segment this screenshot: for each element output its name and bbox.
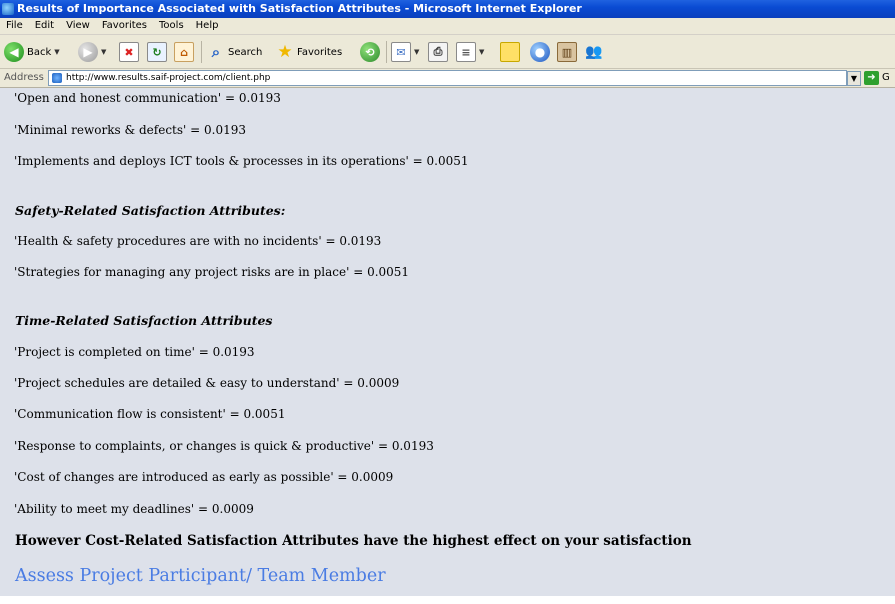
- attribute-line: 'Project schedules are detailed & easy t…: [14, 376, 400, 390]
- toolbar-separator: [386, 41, 387, 63]
- refresh-button[interactable]: ↻: [147, 40, 167, 64]
- menu-help[interactable]: Help: [190, 18, 225, 34]
- forward-button[interactable]: ▶ ▼: [78, 40, 106, 64]
- contacts-button[interactable]: 👥: [585, 40, 603, 64]
- back-dropdown-icon[interactable]: ▼: [54, 48, 59, 56]
- menu-edit[interactable]: Edit: [29, 18, 60, 34]
- research-button[interactable]: ▥: [557, 40, 577, 64]
- home-icon: ⌂: [174, 42, 194, 62]
- menu-tools[interactable]: Tools: [153, 18, 190, 34]
- favorites-star-icon: ★: [277, 42, 293, 62]
- address-input[interactable]: http://www.results.saif-project.com/clie…: [48, 70, 847, 86]
- print-button[interactable]: ⎙: [428, 40, 448, 64]
- back-button[interactable]: ◀ Back ▼: [4, 40, 60, 64]
- attribute-line: 'Cost of changes are introduced as early…: [14, 470, 394, 484]
- page-content: 'Open and honest communication' = 0.0193…: [0, 88, 895, 596]
- stop-icon: ✖: [119, 42, 139, 62]
- mail-dropdown-icon[interactable]: ▼: [414, 48, 419, 56]
- summary-text: However Cost-Related Satisfaction Attrib…: [15, 533, 692, 549]
- contacts-people-icon: 👥: [585, 44, 603, 60]
- edit-dropdown-icon[interactable]: ▼: [479, 48, 484, 56]
- history-icon: ⟲: [360, 42, 380, 62]
- attribute-line: 'Project is completed on time' = 0.0193: [14, 345, 255, 359]
- assess-participant-link[interactable]: Assess Project Participant/ Team Member: [15, 566, 386, 586]
- status-strip: [0, 596, 895, 604]
- back-arrow-icon: ◀: [4, 42, 24, 62]
- favorites-label: Favorites: [297, 46, 343, 58]
- address-dropdown-icon[interactable]: ▼: [847, 71, 861, 86]
- print-icon: ⎙: [428, 42, 448, 62]
- window-title: Results of Importance Associated with Sa…: [17, 2, 582, 15]
- menu-bar: File Edit View Favorites Tools Help: [0, 18, 895, 35]
- attribute-line: 'Health & safety procedures are with no …: [14, 234, 382, 248]
- menu-view[interactable]: View: [60, 18, 96, 34]
- discuss-icon: [500, 42, 520, 62]
- go-label: G: [882, 72, 890, 83]
- go-arrow-icon: ➜: [864, 71, 879, 85]
- refresh-icon: ↻: [147, 42, 167, 62]
- window-title-bar[interactable]: Results of Importance Associated with Sa…: [0, 0, 895, 18]
- messenger-button[interactable]: ●: [530, 40, 550, 64]
- stop-button[interactable]: ✖: [119, 40, 139, 64]
- safety-heading: Safety-Related Satisfaction Attributes:: [15, 203, 286, 218]
- history-button[interactable]: ⟲: [360, 40, 380, 64]
- research-books-icon: ▥: [557, 42, 577, 62]
- menu-file[interactable]: File: [0, 18, 29, 34]
- discuss-button[interactable]: [500, 40, 520, 64]
- edit-button[interactable]: ≡ ▼: [456, 40, 484, 64]
- edit-icon: ≡: [456, 42, 476, 62]
- go-button[interactable]: ➜ G: [864, 70, 890, 86]
- attribute-line: 'Ability to meet my deadlines' = 0.0009: [14, 502, 254, 516]
- forward-arrow-icon: ▶: [78, 42, 98, 62]
- page-icon: [52, 73, 62, 83]
- attribute-line: 'Strategies for managing any project ris…: [14, 265, 410, 279]
- mail-button[interactable]: ✉ ▼: [391, 40, 419, 64]
- attribute-line: 'Response to complaints, or changes is q…: [14, 439, 434, 453]
- time-heading: Time-Related Satisfaction Attributes: [15, 313, 273, 328]
- back-label: Back: [27, 46, 52, 58]
- address-url: http://www.results.saif-project.com/clie…: [66, 73, 271, 83]
- address-label: Address: [4, 72, 44, 83]
- favorites-button[interactable]: ★ Favorites: [276, 40, 342, 64]
- toolbar-separator: [201, 41, 202, 63]
- menu-favorites[interactable]: Favorites: [96, 18, 153, 34]
- ie-app-icon: [2, 3, 14, 15]
- attribute-line: 'Open and honest communication' = 0.0193: [14, 91, 281, 105]
- standard-toolbar: ◀ Back ▼ ▶ ▼ ✖ ↻ ⌂ ⌕ Search ★ Favorites …: [0, 35, 895, 69]
- home-button[interactable]: ⌂: [174, 40, 194, 64]
- search-label: Search: [228, 46, 263, 58]
- attribute-line: 'Communication flow is consistent' = 0.0…: [14, 407, 286, 421]
- mail-icon: ✉: [391, 42, 411, 62]
- attribute-line: 'Minimal reworks & defects' = 0.0193: [14, 123, 246, 137]
- search-button[interactable]: ⌕ Search: [207, 40, 263, 64]
- address-bar: Address http://www.results.saif-project.…: [0, 69, 895, 88]
- attribute-line: 'Implements and deploys ICT tools & proc…: [14, 154, 469, 168]
- messenger-globe-icon: ●: [530, 42, 550, 62]
- forward-dropdown-icon[interactable]: ▼: [101, 48, 106, 56]
- search-icon: ⌕: [211, 43, 221, 61]
